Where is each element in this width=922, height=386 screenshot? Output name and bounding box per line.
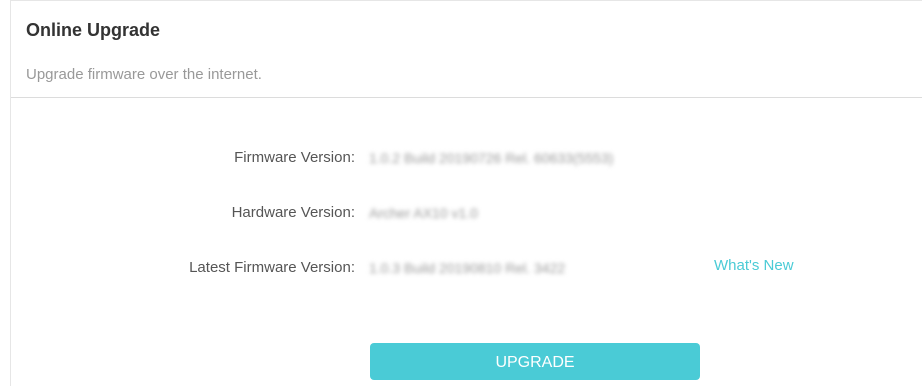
section-title: Online Upgrade (26, 20, 161, 40)
firmware-version-value: 1.0.2 Build 20190726 Rel. 60633(5553) (369, 150, 614, 166)
section-description: Upgrade firmware over the internet. (26, 66, 262, 83)
upgrade-button[interactable]: UPGRADE (370, 343, 700, 380)
online-upgrade-panel: Online Upgrade Upgrade firmware over the… (10, 0, 922, 386)
hardware-version-value: Archer AX10 v1.0 (369, 205, 478, 221)
latest-firmware-version-label: Latest Firmware Version: (189, 259, 355, 276)
whats-new-link[interactable]: What's New (714, 257, 794, 274)
firmware-version-label: Firmware Version: (234, 149, 355, 166)
divider (11, 97, 922, 98)
hardware-version-label: Hardware Version: (231, 204, 355, 221)
latest-firmware-version-value: 1.0.3 Build 20190810 Rel. 3422 (369, 260, 566, 276)
